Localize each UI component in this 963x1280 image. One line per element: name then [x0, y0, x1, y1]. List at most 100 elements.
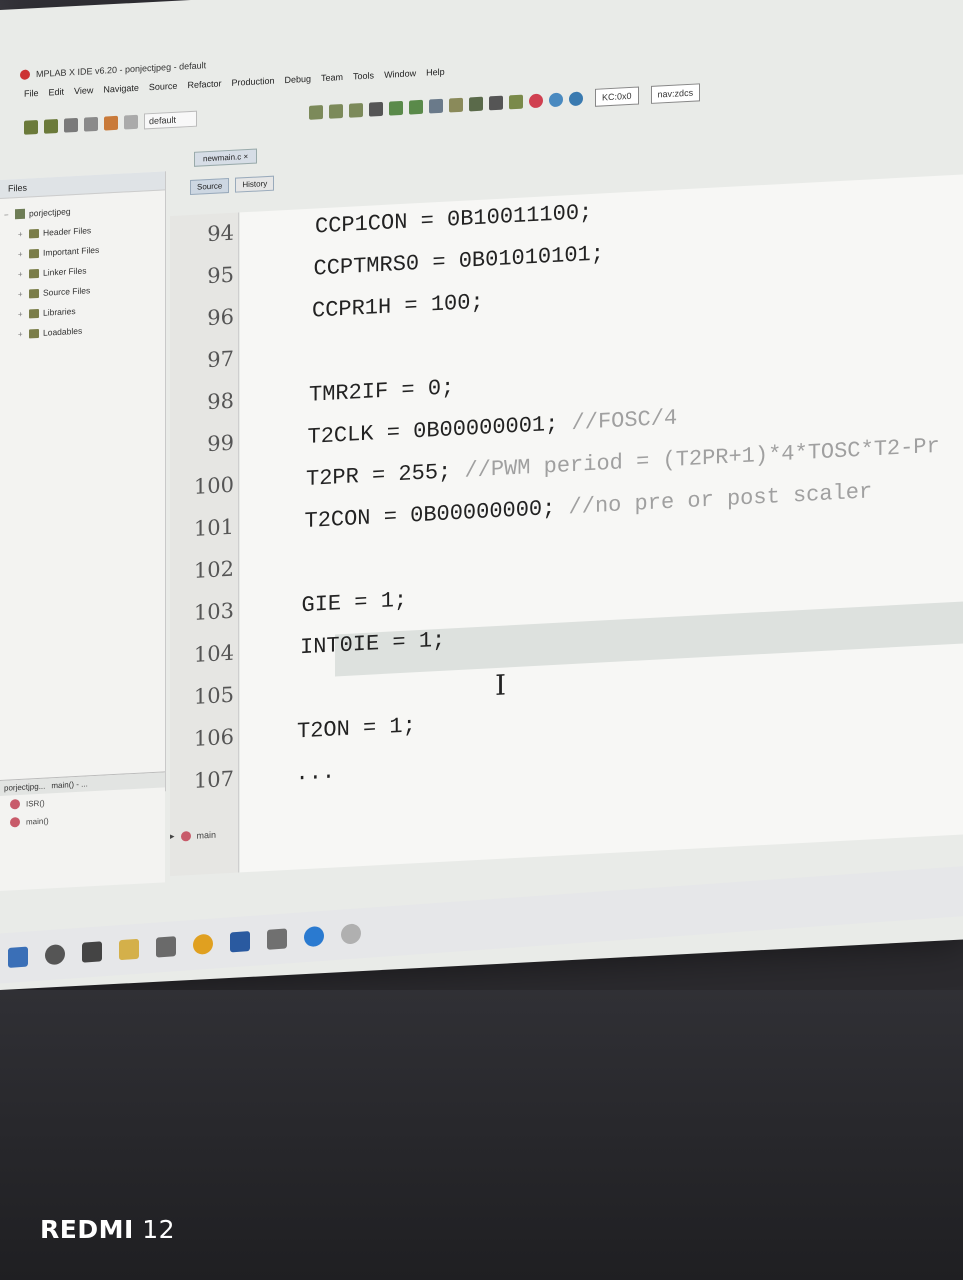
- menu-debug[interactable]: Debug: [285, 74, 312, 93]
- program-device-icon[interactable]: [389, 100, 404, 116]
- expand-icon[interactable]: +: [18, 249, 25, 258]
- projects-panel: Files − porjectjpeg + Header Files + Imp…: [0, 171, 166, 801]
- menu-navigate[interactable]: Navigate: [103, 83, 139, 103]
- tree-item-label: Header Files: [43, 225, 92, 238]
- mcc-icon[interactable]: [549, 92, 564, 108]
- monitor-screen: MPLAB X IDE v6.20 - ponjectjpeg - defaul…: [0, 0, 963, 991]
- line-number: 107: [193, 766, 234, 793]
- task-view-icon[interactable]: [82, 941, 102, 963]
- run-icon[interactable]: [369, 101, 384, 117]
- code-line: CCP1CON = 0B10011100;: [315, 200, 592, 240]
- store-icon[interactable]: [156, 936, 176, 958]
- project-tree: − porjectjpeg + Header Files + Important…: [0, 190, 165, 351]
- tools-icon[interactable]: [509, 94, 524, 110]
- code-text: T2ON = 1;: [297, 713, 416, 745]
- line-number: 102: [193, 556, 234, 583]
- new-file-icon[interactable]: [24, 120, 38, 135]
- search-input[interactable]: nav:zdcs: [650, 83, 701, 104]
- undo-icon[interactable]: [104, 115, 118, 131]
- save-all-icon[interactable]: [84, 116, 98, 132]
- menu-view[interactable]: View: [74, 85, 93, 104]
- watermark-model: 12: [142, 1215, 176, 1244]
- folder-icon: [29, 228, 39, 238]
- menu-refactor[interactable]: Refactor: [187, 78, 221, 98]
- harmony-icon[interactable]: [569, 91, 584, 107]
- line-number: 103: [193, 598, 234, 625]
- menu-help[interactable]: Help: [426, 67, 445, 86]
- project-name: porjectjpeg: [29, 206, 71, 219]
- step-icon[interactable]: [489, 95, 504, 111]
- menu-source[interactable]: Source: [149, 81, 178, 100]
- title-bar: MPLAB X IDE v6.20 - ponjectjpeg - defaul…: [20, 57, 206, 83]
- mplab-taskbar-icon[interactable]: [341, 923, 361, 945]
- menu-tools[interactable]: Tools: [353, 70, 374, 89]
- source-mode-button[interactable]: Source: [190, 177, 230, 196]
- word-icon[interactable]: [230, 931, 250, 953]
- menu-edit[interactable]: Edit: [49, 87, 65, 106]
- memory-readout: KC:0x0: [595, 86, 639, 107]
- navigator-panel: porjectjpg... main() - ... ISR() main(): [0, 771, 165, 891]
- start-icon[interactable]: [8, 946, 28, 968]
- expand-icon[interactable]: +: [18, 269, 25, 278]
- hold-reset-icon[interactable]: [449, 97, 464, 113]
- clean-build-icon[interactable]: [329, 104, 344, 119]
- make-icon[interactable]: [349, 102, 364, 118]
- code-area[interactable]: CCP1CON = 0B10011100; CCPTMRS0 = 0B010101…: [240, 174, 963, 873]
- expand-icon[interactable]: +: [18, 309, 25, 318]
- line-number: 105: [193, 682, 234, 709]
- line-number: 95: [207, 262, 234, 289]
- code-line: CCPTMRS0 = 0B01010101;: [314, 241, 604, 281]
- tree-item-label: Libraries: [43, 306, 76, 318]
- code-line: ...: [296, 759, 336, 786]
- editor-toolbar: Source History: [190, 175, 275, 196]
- expand-icon[interactable]: +: [18, 229, 25, 238]
- collapse-icon[interactable]: −: [4, 210, 11, 219]
- file-explorer-icon[interactable]: [119, 938, 139, 961]
- navigator-member-select[interactable]: main() - ...: [51, 779, 87, 790]
- configuration-select[interactable]: default: [144, 110, 198, 130]
- line-number: 100: [193, 472, 234, 499]
- line-number-gutter: 94 95 96 97 98 99 100 101 102 103 104 105 106 107: [170, 212, 239, 877]
- function-icon: [10, 816, 20, 828]
- expand-icon[interactable]: +: [18, 329, 25, 338]
- edge-icon[interactable]: [304, 925, 324, 948]
- tree-item-label: Source Files: [43, 285, 91, 298]
- code-line: CCPR1H = 100;: [312, 290, 484, 324]
- menu-production[interactable]: Production: [231, 76, 274, 96]
- read-device-icon[interactable]: [409, 99, 424, 115]
- line-number: 101: [193, 514, 234, 541]
- tree-item-label: Important Files: [43, 244, 100, 258]
- line-number: 99: [207, 430, 234, 457]
- debug-project-icon[interactable]: [469, 96, 484, 112]
- chrome-icon[interactable]: [193, 933, 213, 955]
- search-icon[interactable]: [45, 943, 65, 966]
- folder-icon: [29, 288, 39, 298]
- menu-file[interactable]: File: [24, 88, 39, 107]
- folder-icon: [29, 308, 39, 318]
- redo-icon[interactable]: [124, 114, 138, 130]
- tab-label: newmain.c: [203, 152, 242, 164]
- menu-team[interactable]: Team: [321, 72, 343, 91]
- expand-icon[interactable]: +: [18, 289, 25, 298]
- stop-icon[interactable]: [529, 93, 544, 109]
- acrobat-icon[interactable]: [267, 928, 287, 950]
- window-title: MPLAB X IDE v6.20 - ponjectjpeg - defaul…: [36, 60, 207, 80]
- menu-window[interactable]: Window: [384, 68, 416, 88]
- code-line: T2ON = 1;: [297, 713, 416, 744]
- folder-icon: [29, 328, 39, 338]
- code-comment: //FOSC/4: [571, 405, 678, 437]
- history-mode-button[interactable]: History: [235, 175, 275, 193]
- code-text: T2PR = 255;: [306, 458, 465, 492]
- mplab-logo-icon: [20, 69, 30, 80]
- code-text: T2CLK = 0B00000001;: [307, 411, 572, 450]
- line-number: 104: [193, 640, 234, 667]
- code-text: T2CON = 0B00000000;: [304, 495, 569, 535]
- debug-main-icon[interactable]: [429, 98, 444, 114]
- tab-newmain-c[interactable]: newmain.c ×: [194, 148, 258, 167]
- project-icon: [15, 208, 25, 220]
- breadcrumb-item[interactable]: main: [197, 829, 217, 840]
- code-text: TMR2IF = 0;: [309, 375, 455, 408]
- new-project-icon[interactable]: [44, 118, 58, 134]
- build-icon[interactable]: [309, 105, 324, 120]
- open-project-icon[interactable]: [64, 117, 78, 133]
